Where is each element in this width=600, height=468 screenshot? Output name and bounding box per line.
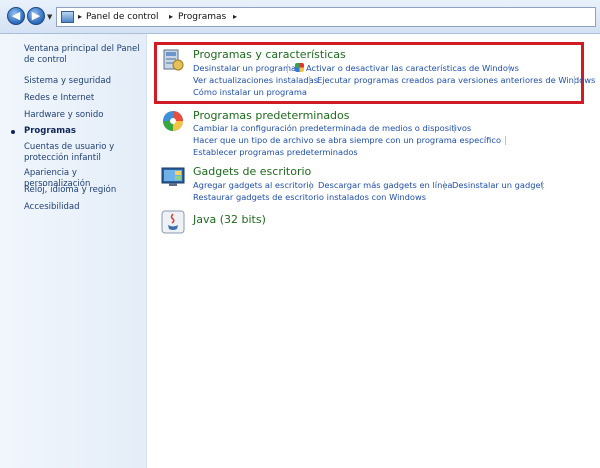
sidebar-item-programs: Programas <box>24 126 76 136</box>
section-title-java[interactable]: Java (32 bits) <box>193 213 266 226</box>
desktop-gadgets-icon <box>161 167 185 186</box>
link-windows-features-label: Activar o desactivar las características… <box>306 63 520 73</box>
link-separator <box>287 64 288 73</box>
uac-shield-icon <box>295 63 304 72</box>
sidebar-item-network[interactable]: Redes e Internet <box>24 93 144 104</box>
link-separator <box>542 181 543 190</box>
link-view-installed-updates[interactable]: Ver actualizaciones instaladas <box>193 75 318 85</box>
forward-button[interactable]: ▶ <box>27 7 45 25</box>
programs-features-icon <box>163 49 184 71</box>
breadcrumb-chevron-icon[interactable]: ▸ <box>233 12 237 21</box>
back-button[interactable]: ◀ <box>7 7 25 25</box>
address-bar[interactable]: ▸ Panel de control ▸ Programas ▸ <box>56 7 596 27</box>
sidebar-item-hardware[interactable]: Hardware y sonido <box>24 110 144 121</box>
link-file-type-association[interactable]: Hacer que un tipo de archivo se abra sie… <box>193 135 501 145</box>
navigation-bar: ◀ ▶ ▼ ▸ Panel de control ▸ Programas ▸ <box>0 0 600 34</box>
link-uninstall-gadget[interactable]: Desinstalar un gadget <box>452 180 544 190</box>
breadcrumb-chevron-icon[interactable]: ▸ <box>169 12 173 21</box>
breadcrumb-item-panel-de-control[interactable]: Panel de control <box>86 12 158 22</box>
link-separator <box>574 76 575 85</box>
link-download-gadgets[interactable]: Descargar más gadgets en línea <box>318 180 453 190</box>
sidebar-item-accessibility[interactable]: Accesibilidad <box>24 202 144 213</box>
section-title-desktop-gadgets[interactable]: Gadgets de escritorio <box>193 165 311 178</box>
link-set-default-programs[interactable]: Establecer programas predeterminados <box>193 147 358 157</box>
recent-pages-chevron-down-icon[interactable]: ▼ <box>47 13 52 21</box>
breadcrumb-chevron-icon[interactable]: ▸ <box>78 12 82 21</box>
sidebar-item-security[interactable]: Sistema y seguridad <box>24 76 144 87</box>
link-separator <box>505 136 506 145</box>
link-separator <box>309 76 310 85</box>
link-windows-features[interactable]: Activar o desactivar las características… <box>295 63 519 73</box>
link-separator <box>509 64 510 73</box>
link-media-device-defaults[interactable]: Cambiar la configuración predeterminada … <box>193 123 471 133</box>
control-panel-icon <box>61 11 74 23</box>
java-icon <box>161 210 185 234</box>
default-programs-icon <box>163 111 183 131</box>
link-add-gadgets[interactable]: Agregar gadgets al escritorio <box>193 180 314 190</box>
current-item-bullet-icon <box>11 130 15 134</box>
sidebar-item-user-accounts[interactable]: Cuentas de usuario y protección infantil <box>24 142 144 164</box>
link-separator <box>454 124 455 133</box>
sidebar-item-home[interactable]: Ventana principal del Panel de control <box>24 44 144 66</box>
sidebar-item-clock-region[interactable]: Reloj, idioma y región <box>24 185 144 196</box>
section-title-programs-features[interactable]: Programas y características <box>193 48 346 61</box>
link-restore-gadgets[interactable]: Restaurar gadgets de escritorio instalad… <box>193 192 426 202</box>
link-separator <box>444 181 445 190</box>
sidebar: Ventana principal del Panel de control S… <box>0 34 147 468</box>
link-compatibility-programs[interactable]: Ejecutar programas creados para versione… <box>317 75 595 85</box>
link-how-to-install[interactable]: Cómo instalar un programa <box>193 87 307 97</box>
link-separator <box>310 181 311 190</box>
section-title-default-programs[interactable]: Programas predeterminados <box>193 109 350 122</box>
breadcrumb-item-programas[interactable]: Programas <box>178 12 226 22</box>
link-uninstall-program[interactable]: Desinstalar un programa <box>193 63 296 73</box>
